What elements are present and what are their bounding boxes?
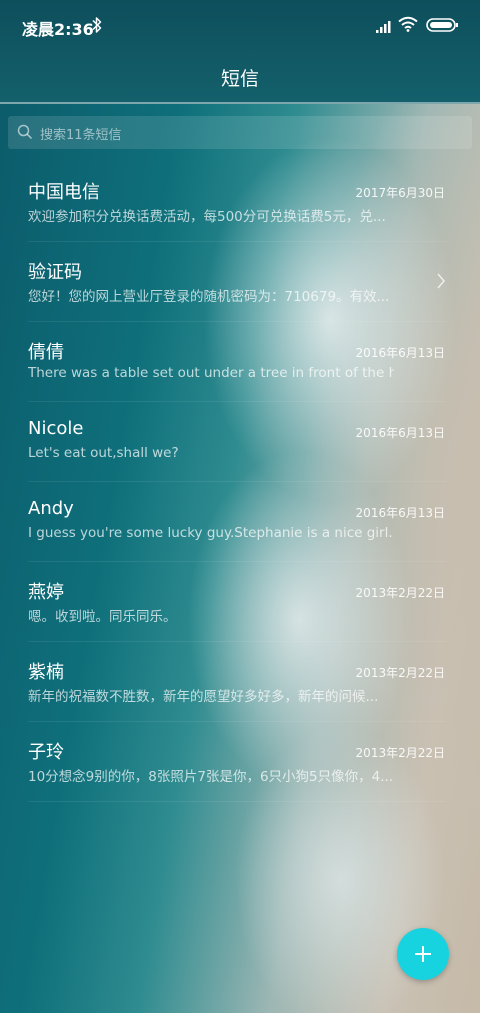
contact-name: 中国电信: [28, 182, 100, 203]
contact-name: Andy: [28, 498, 74, 519]
message-date: 2016年6月13日: [355, 506, 445, 520]
message-preview: There was a table set out under a tree i…: [28, 365, 394, 381]
conversation-item[interactable]: Nicole 2016年6月13日 Let's eat out,shall we…: [0, 402, 480, 482]
message-preview: I guess you're some lucky guy.Stephanie …: [28, 525, 393, 541]
search-input[interactable]: 搜索11条短信: [8, 116, 472, 149]
conversation-item[interactable]: 子玲 2013年2月22日 10分想念9别的你，8张照片7张是你，6只小狗5只像…: [0, 722, 480, 802]
conversation-item[interactable]: Andy 2016年6月13日 I guess you're some luck…: [0, 482, 480, 562]
message-date: 2013年2月22日: [355, 746, 445, 760]
search-placeholder: 搜索11条短信: [40, 128, 122, 143]
signal-icon: [376, 18, 392, 37]
contact-name: 倩倩: [28, 342, 64, 363]
message-date: 2013年2月22日: [355, 666, 445, 680]
conversation-item[interactable]: 验证码 您好！您的网上营业厅登录的随机密码为：710679。有效...: [0, 242, 480, 322]
contact-name: Nicole: [28, 418, 84, 439]
battery-icon: [426, 17, 458, 36]
compose-button[interactable]: [397, 928, 449, 980]
title-bar: 短信: [0, 52, 480, 102]
bluetooth-icon: [92, 16, 102, 38]
message-preview: Let's eat out,shall we?: [28, 445, 179, 461]
status-bar: 凌晨2:36: [0, 0, 480, 52]
message-date: 2017年6月30日: [355, 186, 445, 200]
contact-name: 紫楠: [28, 662, 64, 683]
conversation-item[interactable]: 中国电信 2017年6月30日 欢迎参加积分兑换话费活动，每500分可兑换话费5…: [0, 162, 480, 242]
contact-name: 燕婷: [28, 582, 64, 603]
plus-icon: [412, 943, 434, 969]
message-preview: 10分想念9别的你，8张照片7张是你，6只小狗5只像你，4...: [28, 769, 394, 785]
contact-name: 验证码: [28, 262, 82, 283]
message-preview: 您好！您的网上营业厅登录的随机密码为：710679。有效...: [28, 289, 390, 305]
wifi-icon: [398, 16, 418, 36]
message-preview: 新年的祝福数不胜数，新年的愿望好多好多，新年的问候...: [28, 689, 379, 705]
chevron-right-icon[interactable]: [436, 272, 446, 294]
message-preview: 嗯。收到啦。同乐同乐。: [28, 609, 177, 625]
message-date: 2016年6月13日: [355, 346, 445, 360]
conversation-item[interactable]: 燕婷 2013年2月22日 嗯。收到啦。同乐同乐。: [0, 562, 480, 642]
conversation-item[interactable]: 紫楠 2013年2月22日 新年的祝福数不胜数，新年的愿望好多好多，新年的问候.…: [0, 642, 480, 722]
search-icon: [17, 124, 33, 144]
conversation-list: 中国电信 2017年6月30日 欢迎参加积分兑换话费活动，每500分可兑换话费5…: [0, 162, 480, 802]
messages-screen: 凌晨2:36 短信 搜索11条短信 中国电信 2017年6月30日 欢迎参加积分…: [0, 0, 480, 1013]
conversation-item[interactable]: 倩倩 2016年6月13日 There was a table set out …: [0, 322, 480, 402]
header-divider: [0, 102, 480, 104]
message-date: 2016年6月13日: [355, 426, 445, 440]
message-preview: 欢迎参加积分兑换话费活动，每500分可兑换话费5元，兑...: [28, 209, 386, 225]
status-time: 凌晨2:36: [22, 20, 94, 39]
contact-name: 子玲: [28, 742, 64, 763]
page-title: 短信: [220, 68, 259, 90]
message-date: 2013年2月22日: [355, 586, 445, 600]
